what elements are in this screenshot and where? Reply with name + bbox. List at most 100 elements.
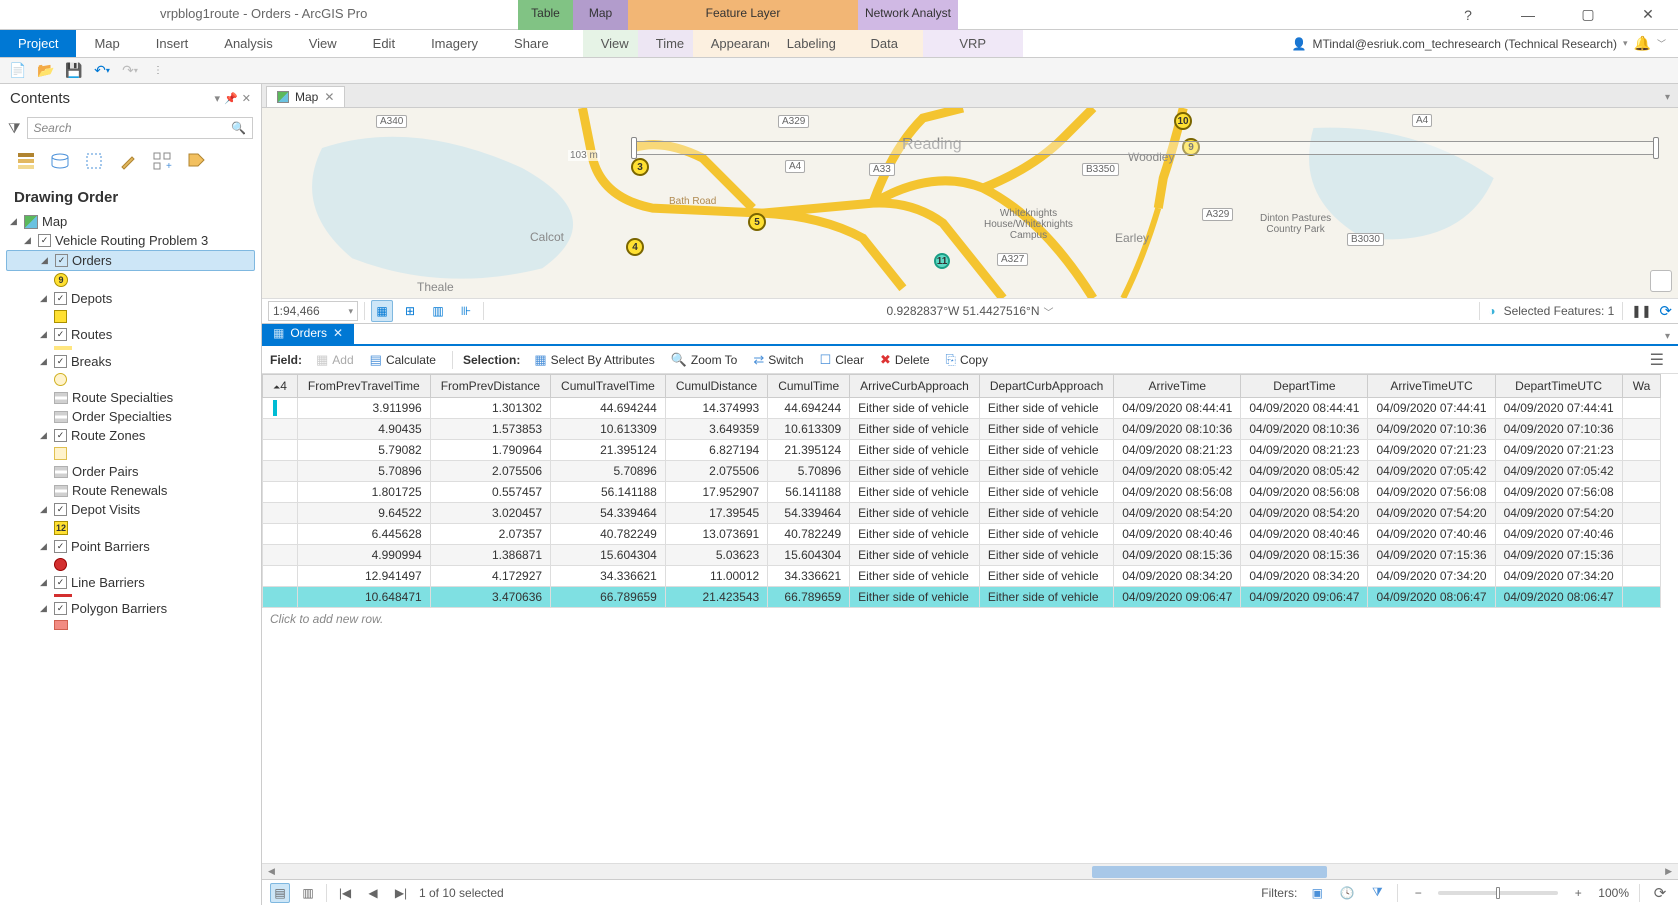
table-cell[interactable]: Either side of vehicle	[850, 398, 980, 419]
table-cell[interactable]: 04/09/2020 08:06:47	[1495, 587, 1622, 608]
table-row[interactable]: 5.790821.79096421.3951246.82719421.39512…	[263, 440, 1661, 461]
column-header[interactable]: DepartTime	[1241, 375, 1368, 398]
table-cell[interactable]: 04/09/2020 08:56:08	[1241, 482, 1368, 503]
column-header[interactable]: CumulTime	[768, 375, 850, 398]
table-row[interactable]: 4.9909941.38687115.6043045.0362315.60430…	[263, 545, 1661, 566]
table-cell[interactable]: 54.339464	[551, 503, 666, 524]
ribbon-tab-share[interactable]: Share	[496, 30, 567, 57]
table-row[interactable]: 6.4456282.0735740.78224913.07369140.7822…	[263, 524, 1661, 545]
table-cell[interactable]: 34.336621	[551, 566, 666, 587]
table-cell[interactable]: Either side of vehicle	[979, 545, 1113, 566]
filter-extent-icon[interactable]: ▣	[1307, 883, 1327, 903]
ribbon-tab-project[interactable]: Project	[0, 30, 76, 57]
table-cell[interactable]: 3.470636	[430, 587, 550, 608]
table-cell[interactable]: 04/09/2020 08:06:47	[1368, 587, 1495, 608]
table-cell[interactable]: 21.423543	[665, 587, 767, 608]
table-cell[interactable]: Either side of vehicle	[979, 440, 1113, 461]
column-header[interactable]: ArriveTimeUTC	[1368, 375, 1495, 398]
table-cell[interactable]: 1.573853	[430, 419, 550, 440]
table-cell[interactable]: 5.70896	[551, 461, 666, 482]
toc-polygon-barriers-symbol[interactable]	[6, 618, 255, 632]
table-cell[interactable]: Either side of vehicle	[979, 419, 1113, 440]
table-cell[interactable]: 04/09/2020 07:40:46	[1368, 524, 1495, 545]
toc-route-renewals[interactable]: ◢Route Renewals	[6, 481, 255, 500]
list-by-drawing-order-icon[interactable]	[14, 149, 38, 173]
toc-line-barriers-symbol[interactable]	[6, 592, 255, 599]
table-cell[interactable]: Either side of vehicle	[979, 524, 1113, 545]
table-cell[interactable]: 2.075506	[665, 461, 767, 482]
table-cell[interactable]: Either side of vehicle	[850, 419, 980, 440]
table-cell[interactable]: 04/09/2020 07:05:42	[1495, 461, 1622, 482]
table-cell[interactable]	[1622, 566, 1661, 587]
row-selector-header[interactable]: ⏶4	[263, 375, 298, 398]
close-button[interactable]: ✕	[1628, 1, 1668, 29]
table-cell[interactable]: 04/09/2020 08:44:41	[1241, 398, 1368, 419]
view-tabs-options-icon[interactable]: ▾	[1657, 88, 1678, 107]
filter-time-icon[interactable]: 🕓	[1337, 883, 1357, 903]
pane-pin-icon[interactable]: 📌	[224, 92, 238, 105]
table-cell[interactable]: 40.782249	[551, 524, 666, 545]
ribbon-tab-data[interactable]: Data	[846, 30, 923, 57]
table-row[interactable]: 1.8017250.55745756.14118817.95290756.141…	[263, 482, 1661, 503]
toc-route-specialties[interactable]: ◢Route Specialties	[6, 388, 255, 407]
table-cell[interactable]: 2.07357	[430, 524, 550, 545]
clear-selection-button[interactable]: ☐Clear	[814, 350, 870, 370]
table-cell[interactable]: 04/09/2020 07:56:08	[1368, 482, 1495, 503]
table-cell[interactable]: Either side of vehicle	[979, 461, 1113, 482]
table-cell[interactable]: 5.70896	[768, 461, 850, 482]
table-cell[interactable]: 4.990994	[297, 545, 430, 566]
calculate-field-button[interactable]: ▤Calculate	[364, 350, 442, 370]
refresh-table-icon[interactable]: ⟳	[1650, 883, 1670, 903]
snap-tool-icon[interactable]: ⊪	[455, 300, 477, 322]
table-cell[interactable]: 04/09/2020 07:21:23	[1495, 440, 1622, 461]
ribbon-tab-edit[interactable]: Edit	[355, 30, 413, 57]
table-cell[interactable]: 04/09/2020 08:05:42	[1241, 461, 1368, 482]
select-tool-icon[interactable]: ▦	[371, 300, 393, 322]
toc-order-pairs[interactable]: ◢Order Pairs	[6, 462, 255, 481]
table-cell[interactable]: 17.39545	[665, 503, 767, 524]
column-header[interactable]: ArriveCurbApproach	[850, 375, 980, 398]
toc-vrp-layer[interactable]: ◢✓Vehicle Routing Problem 3	[6, 231, 255, 250]
column-header[interactable]: FromPrevTravelTime	[297, 375, 430, 398]
table-menu-icon[interactable]: ☰	[1644, 350, 1670, 370]
ribbon-collapse-icon[interactable]: ﹀	[1657, 37, 1666, 50]
table-cell[interactable]: 11.00012	[665, 566, 767, 587]
table-cell[interactable]: 04/09/2020 09:06:47	[1114, 587, 1241, 608]
table-cell[interactable]: 04/09/2020 08:40:46	[1114, 524, 1241, 545]
table-cell[interactable]: 54.339464	[768, 503, 850, 524]
list-by-source-icon[interactable]	[48, 149, 72, 173]
zoom-in-icon[interactable]: +	[1568, 883, 1588, 903]
table-cell[interactable]: 04/09/2020 08:15:36	[1241, 545, 1368, 566]
table-cell[interactable]: 10.613309	[768, 419, 850, 440]
table-cell[interactable]: 04/09/2020 09:06:47	[1241, 587, 1368, 608]
row-handle[interactable]	[263, 440, 298, 461]
table-cell[interactable]	[1622, 440, 1661, 461]
orders-table-tab[interactable]: ▦ Orders ✕	[262, 322, 354, 344]
table-cell[interactable]: 1.301302	[430, 398, 550, 419]
table-cell[interactable]: Either side of vehicle	[850, 503, 980, 524]
table-cell[interactable]: 04/09/2020 08:15:36	[1114, 545, 1241, 566]
row-handle[interactable]	[263, 419, 298, 440]
horizontal-scrollbar[interactable]: ◀ ▶	[262, 863, 1678, 879]
table-cell[interactable]: 34.336621	[768, 566, 850, 587]
toc-line-barriers[interactable]: ◢✓Line Barriers	[6, 573, 255, 592]
table-cell[interactable]: Either side of vehicle	[850, 482, 980, 503]
prev-record-icon[interactable]: ◀	[363, 883, 383, 903]
column-header[interactable]: ArriveTime	[1114, 375, 1241, 398]
toc-breaks-symbol[interactable]	[6, 371, 255, 388]
selected-features-icon[interactable]: ◑	[1488, 304, 1495, 318]
notifications-icon[interactable]: 🔔	[1634, 35, 1651, 52]
table-cell[interactable]: 04/09/2020 08:10:36	[1114, 419, 1241, 440]
map-canvas[interactable]: Reading A340 A329 A4 A33 B3350 A327 A329…	[262, 108, 1678, 298]
table-cell[interactable]: 56.141188	[551, 482, 666, 503]
open-project-icon[interactable]: 📂	[36, 61, 56, 81]
table-cell[interactable]	[1622, 461, 1661, 482]
redo-icon[interactable]: ↷▾	[120, 61, 140, 81]
column-header[interactable]: CumulTravelTime	[551, 375, 666, 398]
row-handle[interactable]	[263, 398, 298, 419]
toc-depots-symbol[interactable]	[6, 308, 255, 325]
map-depot[interactable]: 11	[934, 253, 950, 269]
table-cell[interactable]: 04/09/2020 07:54:20	[1368, 503, 1495, 524]
qat-customize-icon[interactable]: ⋮	[148, 61, 168, 81]
map-popout-icon[interactable]	[1650, 270, 1672, 292]
